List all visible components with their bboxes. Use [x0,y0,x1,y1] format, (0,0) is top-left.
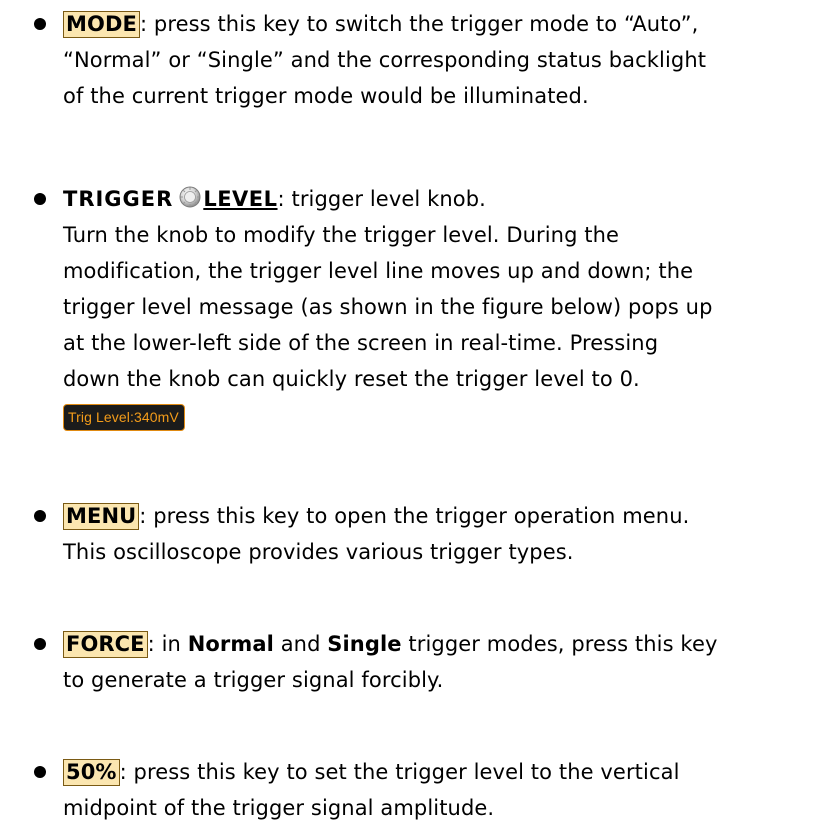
normal-mode-term: Normal [187,632,274,656]
line: : press this key to switch the trigger m… [139,12,699,36]
line: midpoint of the trigger signal amplitude… [63,796,495,820]
line: “Normal” or “Single” and the correspondi… [63,48,707,72]
line-segment: trigger modes, press this key [401,632,718,656]
item-text: MODE: press this key to switch the trigg… [63,6,813,114]
item-text: MENU: press this key to open the trigger… [63,498,813,570]
line: trigger level message (as shown in the f… [63,295,713,319]
item-text: 50%: press this key to set the trigger l… [63,754,813,826]
line: down the knob can quickly reset the trig… [63,367,640,391]
knob-icon [179,183,201,208]
menu-key-label: MENU [63,503,140,530]
item-text: FORCE: in Normal and Single trigger mode… [63,626,813,698]
bullet [34,193,46,205]
line-segment: : in [147,632,188,656]
item-text: TRIGGER LEVEL: trigger level knob. Turn t… [63,181,813,433]
bullet [34,510,46,522]
line: of the current trigger mode would be ill… [63,84,589,108]
line-segment: and [273,632,328,656]
line: at the lower-left side of the screen in … [63,331,659,355]
bullet [34,18,46,30]
force-key-label: FORCE [63,631,148,658]
level-key-label: LEVEL [203,187,278,211]
fifty-percent-key-label: 50% [63,759,120,786]
line: modification, the trigger level line mov… [63,259,694,283]
bullet [34,766,46,778]
trigger-title: TRIGGER [63,187,174,211]
document-page: MODE: press this key to switch the trigg… [0,0,819,827]
line: This oscilloscope provides various trigg… [63,540,574,564]
mode-key-label: MODE [63,11,140,38]
line: to generate a trigger signal forcibly. [63,668,444,692]
line: : trigger level knob. [277,187,486,211]
line: Turn the knob to modify the trigger leve… [63,223,620,247]
line: : press this key to open the trigger ope… [139,504,690,528]
single-mode-term: Single [327,632,402,656]
bullet [34,638,46,650]
trigger-level-message: Trig Level:340mV [63,404,185,431]
line: : press this key to set the trigger leve… [119,760,680,784]
